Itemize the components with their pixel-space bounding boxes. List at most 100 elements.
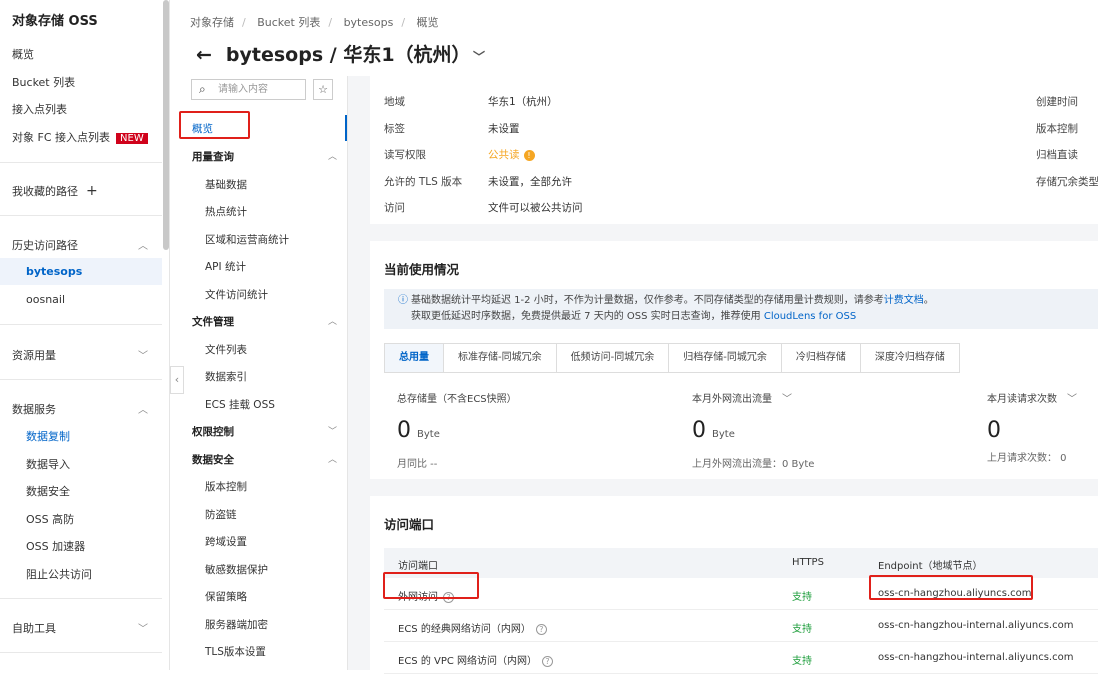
value: 未设置，全部允许 [488, 175, 572, 188]
back-arrow-icon[interactable]: ← [196, 44, 212, 66]
metric-sub: 上月外网流出流量：0 Byte [692, 459, 815, 470]
tab-storage[interactable]: 低频访问-同城冗余 [557, 344, 670, 372]
nav-item[interactable]: 数据索引 [205, 369, 247, 384]
nav-item[interactable]: 文件列表 [205, 342, 247, 357]
cloudlens-link[interactable]: CloudLens for OSS [764, 311, 856, 322]
divider [0, 215, 162, 216]
info-value: 未设置 [488, 121, 520, 136]
highlight-box [179, 111, 250, 139]
chevron-down-icon[interactable]: ﹀ [1067, 394, 1077, 405]
chevron-down-icon[interactable]: ﹀ [138, 620, 148, 635]
notice-end: 。 [923, 295, 934, 306]
info-label: 读写权限 [384, 149, 426, 161]
sidebar-favorites[interactable]: 我收藏的路径 + [12, 183, 98, 199]
nav-group[interactable]: 文件管理 [192, 314, 234, 329]
help-icon[interactable]: ? [535, 624, 547, 635]
sidebar-history[interactable]: 历史访问路径 [12, 237, 78, 253]
chevron-down-icon[interactable]: ﹀ [473, 50, 485, 64]
help-icon[interactable]: ? [542, 656, 554, 667]
star-icon[interactable]: ☆ [313, 79, 333, 100]
tab-storage[interactable]: 深度冷归档存储 [861, 344, 959, 372]
sidebar-tools[interactable]: 自助工具 [12, 620, 56, 636]
history-item-bytesops[interactable]: bytesops [0, 258, 162, 285]
divider [0, 652, 162, 653]
breadcrumb-bucket[interactable]: bytesops [344, 16, 394, 29]
sidebar-resource-usage[interactable]: 资源用量 [12, 347, 56, 363]
chevron-up-icon[interactable]: ︿ [328, 149, 337, 162]
chevron-up-icon[interactable]: ︿ [138, 401, 148, 416]
plus-icon[interactable]: + [86, 183, 98, 199]
nav-item[interactable]: 防盗链 [205, 507, 237, 522]
sidebar-item-block-public[interactable]: 阻止公共访问 [26, 566, 92, 582]
value: 0 [397, 418, 411, 443]
nav-search-input[interactable]: 请输入内容 [191, 79, 306, 100]
breadcrumb: 对象存储 / Bucket 列表 / bytesops / 概览 [190, 16, 439, 29]
col-https: HTTPS [792, 557, 824, 568]
metric-value: 0 [987, 418, 1007, 443]
nav-item[interactable]: 基础数据 [205, 177, 247, 192]
nav-group[interactable]: 数据安全 [192, 452, 234, 467]
nav-item[interactable]: 跨域设置 [205, 534, 247, 549]
nav-item[interactable]: 服务器端加密 [205, 617, 268, 632]
tab-storage[interactable]: 标准存储-同城冗余 [444, 344, 557, 372]
nav-item[interactable]: 版本控制 [205, 479, 247, 494]
sidebar-item-overview[interactable]: 概览 [12, 46, 34, 62]
sidebar-item-data-security[interactable]: 数据安全 [26, 483, 70, 499]
breadcrumb-oss[interactable]: 对象存储 [190, 16, 234, 29]
highlight-box [383, 572, 479, 599]
value: 公共读 [488, 149, 520, 161]
nav-item[interactable]: ECS 挂载 OSS [205, 397, 275, 412]
sidebar-data-service[interactable]: 数据服务 [12, 401, 56, 417]
unit: Byte [417, 429, 440, 440]
nav-item[interactable]: API 统计 [205, 259, 246, 274]
sidebar-item-data-replication[interactable]: 数据复制 [26, 428, 70, 444]
sidebar-item-data-import[interactable]: 数据导入 [26, 456, 70, 472]
info-value: 文件可以被公共访问 [488, 200, 583, 215]
chevron-down-icon[interactable]: ﹀ [138, 347, 148, 362]
info-label-right: 版本控制 [1036, 122, 1078, 135]
chevron-down-icon[interactable]: ﹀ [782, 394, 792, 405]
sidebar: 对象存储 OSS 概览 Bucket 列表 接入点列表 对象 FC 接入点列表 N… [0, 0, 170, 670]
sidebar-title: 对象存储 OSS [12, 14, 98, 29]
sidebar-scrollbar[interactable] [163, 0, 169, 250]
value: 未设置 [488, 122, 520, 135]
storage-tabs: 总用量 标准存储-同城冗余 低频访问-同城冗余 归档存储-同城冗余 冷归档存储 深度冷归档… [384, 343, 960, 373]
tab-storage[interactable]: 总用量 [385, 344, 444, 372]
chevron-up-icon[interactable]: ︿ [328, 314, 337, 327]
nav-item[interactable]: 文件访问统计 [205, 287, 268, 302]
endpoint-url[interactable]: oss-cn-hangzhou-internal.aliyuncs.com [878, 652, 1073, 663]
nav-item[interactable]: 保留策略 [205, 589, 247, 604]
https-status: 支持 [792, 592, 812, 603]
nav-group[interactable]: 用量查询 [192, 149, 234, 164]
sidebar-item-ddos[interactable]: OSS 高防 [26, 511, 74, 527]
tab-storage[interactable]: 归档存储-同城冗余 [669, 344, 782, 372]
sidebar-item-fc-access-points[interactable]: 对象 FC 接入点列表 NEW [12, 129, 148, 145]
chevron-down-icon[interactable]: ﹀ [328, 424, 337, 437]
label: 总存储量（不含ECS快照） [397, 394, 517, 405]
info-value: 未设置，全部允许 [488, 174, 572, 189]
tab-storage[interactable]: 冷归档存储 [782, 344, 861, 372]
breadcrumb-bucket-list[interactable]: Bucket 列表 [257, 16, 320, 29]
nav-group[interactable]: 权限控制 [192, 424, 234, 439]
divider [0, 379, 162, 380]
nav-item[interactable]: 热点统计 [205, 204, 247, 219]
label: ECS 的 VPC 网络访问（内网） [398, 656, 538, 667]
history-item-oosnail[interactable]: oosnail [26, 293, 65, 306]
chevron-up-icon[interactable]: ︿ [328, 452, 337, 465]
usage-title: 当前使用情况 [384, 262, 460, 277]
nav-item[interactable]: 区域和运营商统计 [205, 232, 289, 247]
endpoint-url[interactable]: oss-cn-hangzhou-internal.aliyuncs.com [878, 620, 1073, 631]
nav-item[interactable]: 敏感数据保护 [205, 562, 268, 577]
sidebar-item-bucket-list[interactable]: Bucket 列表 [12, 74, 75, 90]
chevron-up-icon[interactable]: ︿ [138, 237, 148, 252]
port-name: ECS 的 VPC 网络访问（内网）? [398, 652, 554, 667]
value: 0 [987, 418, 1001, 443]
billing-doc-link[interactable]: 计费文档 [884, 295, 924, 306]
nav-item[interactable]: TLS版本设置 [205, 644, 266, 659]
label: 我收藏的路径 [12, 185, 78, 198]
search-icon: ⌕ [199, 82, 206, 96]
sidebar-item-access-points[interactable]: 接入点列表 [12, 101, 67, 117]
https-status: 支持 [792, 624, 812, 635]
col-endpoint: Endpoint（地域节点） [878, 561, 983, 572]
sidebar-item-accelerator[interactable]: OSS 加速器 [26, 538, 85, 554]
